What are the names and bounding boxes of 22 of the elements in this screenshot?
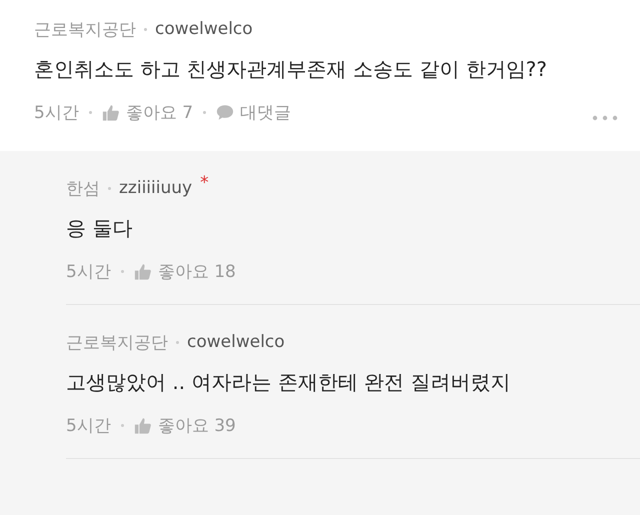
reply-text: 고생많았어 .. 여자라는 존재한테 완전 질려버렸지 (66, 369, 512, 396)
comment-text: 혼인취소도 하고 친생자관계부존재 소송도 같이 한거임?? (34, 56, 548, 83)
thumbs-up-icon (134, 416, 152, 434)
time-label: 5시간 (66, 260, 111, 282)
group-name: 한섬 (66, 178, 100, 200)
time-label: 5시간 (34, 102, 79, 124)
reply-text: 응 둘다 (66, 215, 134, 242)
user-name[interactable]: cowelwelco (187, 332, 285, 352)
like-button[interactable]: 좋아요 18 (134, 260, 236, 282)
speech-bubble-icon (216, 104, 234, 120)
group-name: 근로복지공단 (34, 18, 136, 40)
time-label: 5시간 (66, 414, 111, 436)
user-name[interactable]: zziiiiiuuy (119, 178, 192, 198)
group-name: 근로복지공단 (66, 332, 168, 354)
reply-button[interactable]: 대댓글 (216, 100, 292, 124)
thumbs-up-icon (102, 104, 120, 120)
thumbs-up-icon (134, 262, 152, 280)
like-button[interactable]: 좋아요 7 (102, 100, 194, 124)
user-name[interactable]: cowelwelco (155, 19, 253, 39)
more-icon[interactable] (592, 115, 618, 121)
like-button[interactable]: 좋아요 39 (134, 414, 236, 436)
author-mark: * (200, 173, 209, 193)
